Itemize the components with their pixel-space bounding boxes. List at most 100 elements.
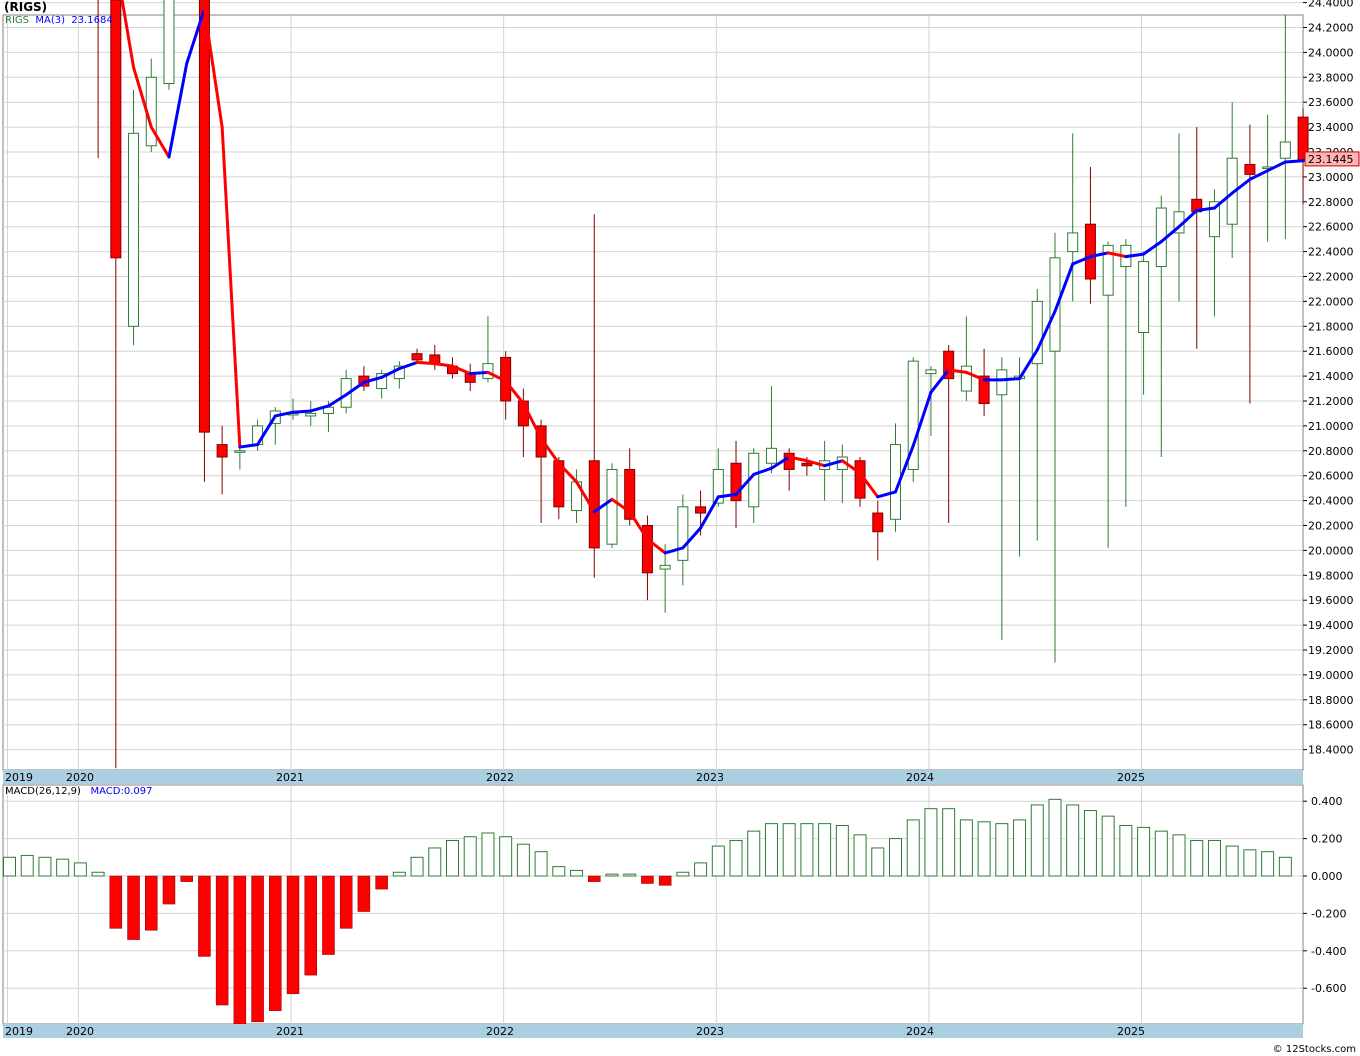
- macd-tick-label: -0.600: [1311, 982, 1346, 995]
- candle-body: [1084, 223, 1096, 280]
- macd-bar: [20, 854, 34, 877]
- candle-body: [1138, 261, 1150, 334]
- macd-bar: [818, 823, 832, 877]
- macd-label: MACD(26,12,9): [5, 786, 81, 797]
- macd-bar: [995, 823, 1009, 877]
- price-legend: RIGS MA(3) 23.1684: [5, 15, 113, 26]
- candle-body: [1279, 141, 1291, 159]
- macd-bar: [233, 875, 247, 1025]
- last-price-label: 23.1445: [1304, 151, 1360, 167]
- macd-bar: [800, 823, 814, 877]
- macd-bar: [658, 875, 672, 886]
- watermark: © 12Stocks.com: [1272, 1044, 1356, 1055]
- macd-tick-label: -0.200: [1311, 907, 1346, 920]
- price-tick-label: 21.0000: [1308, 420, 1354, 433]
- macd-bar: [694, 862, 708, 877]
- macd-bar: [56, 858, 70, 877]
- macd-bar: [162, 875, 176, 905]
- macd-bar: [871, 847, 885, 877]
- macd-bar: [499, 836, 513, 877]
- macd-bar: [959, 819, 973, 877]
- chart-svg: 18.4000 18.6000 18.8000 19.0000 19.2000 19.40…: [2, 0, 1360, 1038]
- x-tick-label: 2025: [1117, 1025, 1145, 1038]
- candle-body: [234, 450, 246, 453]
- macd-bar: [251, 875, 264, 1023]
- ma-value: 23.1684: [71, 15, 113, 26]
- price-tick-label: 20.6000: [1308, 470, 1354, 483]
- macd-bar: [1207, 839, 1221, 877]
- macd-bar: [1243, 849, 1257, 877]
- price-tick-label: 24.2000: [1308, 22, 1354, 35]
- macd-bar: [764, 823, 778, 877]
- macd-bar: [215, 875, 229, 1006]
- price-tick-label: 23.6000: [1308, 96, 1354, 109]
- candle-body: [765, 447, 777, 464]
- ticker-label: RIGS: [5, 15, 29, 26]
- price-tick-label: 19.4000: [1308, 619, 1354, 632]
- price-tick-label: 23.4000: [1308, 121, 1354, 134]
- price-tick-label: 24.0000: [1308, 46, 1354, 59]
- macd-legend: MACD(26,12,9) MACD:0.097: [5, 786, 152, 797]
- candle-body: [872, 512, 884, 533]
- macd-tick-label: 0.000: [1311, 870, 1343, 883]
- x-tick-label: 2025: [1117, 771, 1145, 784]
- x-axis-band-top: [3, 770, 1303, 784]
- macd-bar: [481, 832, 495, 877]
- macd-bar: [127, 875, 140, 940]
- macd-bar: [304, 875, 317, 976]
- macd-bar: [339, 875, 353, 929]
- candle-body: [606, 468, 618, 545]
- macd-bar: [570, 869, 584, 877]
- candle-body: [198, 0, 210, 433]
- macd-bar: [1030, 804, 1044, 877]
- candle-body: [110, 0, 122, 259]
- macd-bar: [1278, 856, 1292, 877]
- macd-bar: [38, 856, 52, 877]
- macd-bar: [1137, 826, 1151, 877]
- ma-segment: [1283, 159, 1305, 164]
- macd-bar: [322, 875, 335, 955]
- macd-value: MACD:0.097: [90, 786, 153, 797]
- x-tick-label: 2019: [5, 1025, 33, 1038]
- macd-bar: [145, 875, 158, 931]
- price-tick-label: 23.0000: [1308, 171, 1354, 184]
- macd-y-axis: -0.600 -0.400 -0.200 0.000 0.200 0.400: [1303, 795, 1346, 995]
- macd-bar: [198, 875, 211, 957]
- macd-bar: [410, 856, 424, 877]
- ma-label: MA(3): [35, 15, 65, 26]
- x-axis-band-bottom: [3, 1024, 1303, 1038]
- x-tick-label: 2022: [486, 1025, 514, 1038]
- candle-body: [925, 369, 937, 375]
- x-tick-label: 2023: [696, 1025, 724, 1038]
- candle-body: [411, 353, 423, 361]
- candle-body: [163, 0, 175, 85]
- macd-bar: [889, 838, 902, 877]
- macd-tick-label: -0.400: [1311, 945, 1346, 958]
- price-tick-label: 20.2000: [1308, 520, 1354, 533]
- macd-bar: [906, 819, 920, 877]
- macd-bar: [446, 839, 459, 877]
- macd-bar: [977, 821, 991, 877]
- candle-body: [216, 444, 228, 458]
- macd-bar: [534, 851, 548, 877]
- macd-bar: [782, 823, 796, 877]
- macd-bar: [73, 862, 87, 877]
- macd-bar: [392, 871, 406, 877]
- macd-bar: [286, 875, 300, 995]
- x-tick-label: 2019: [5, 771, 33, 784]
- candle-body: [1067, 232, 1079, 253]
- macd-bar: [942, 808, 956, 877]
- price-tick-label: 18.8000: [1308, 694, 1354, 707]
- macd-bar: [1225, 845, 1239, 877]
- ma-segment: [291, 409, 313, 414]
- price-tick-label: 18.4000: [1308, 744, 1354, 757]
- macd-bar: [428, 847, 442, 877]
- macd-bar: [1190, 839, 1204, 877]
- price-tick-label: 22.2000: [1308, 271, 1354, 284]
- macd-bar: [463, 836, 477, 877]
- price-tick-label: 19.0000: [1308, 669, 1354, 682]
- price-tick-label: 19.2000: [1308, 644, 1354, 657]
- price-tick-label: 23.8000: [1308, 71, 1354, 84]
- x-tick-label: 2020: [66, 771, 94, 784]
- candle-body: [1244, 163, 1256, 175]
